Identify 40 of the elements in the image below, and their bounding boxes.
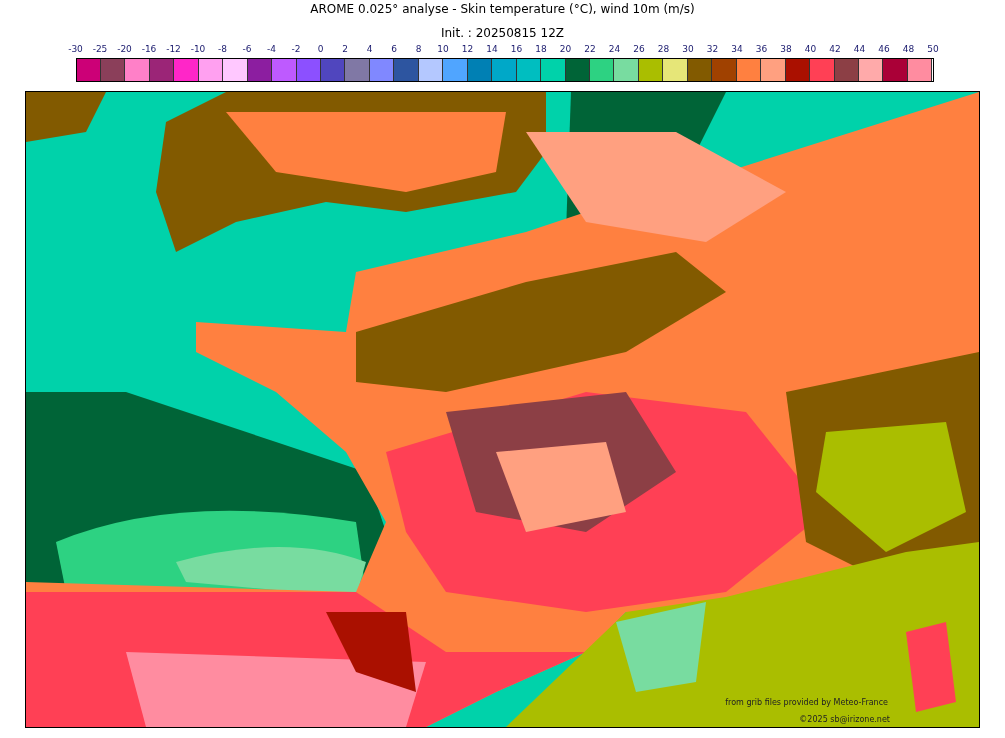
colorbar-tick-label: -25 — [91, 43, 109, 55]
colorbar-tick-label: -2 — [290, 43, 302, 55]
colorbar-tick-label: 2 — [341, 43, 349, 55]
colorbar-tick-label: 36 — [754, 43, 769, 55]
colorbar-tick-label: 26 — [632, 43, 646, 55]
colorbar-tick-label: -16 — [140, 43, 158, 55]
colorbar-tick-label: 18 — [534, 43, 548, 55]
colorbar-tick-label: 14 — [485, 43, 499, 55]
colorbar-tick-label: 4 — [365, 43, 374, 55]
chart-subtitle: Init. : 20250815 12Z — [440, 25, 565, 41]
colorbar-tick-label: -30 — [67, 43, 84, 55]
colorbar-tick-label: -4 — [266, 43, 277, 55]
colorbar-tick-label: 44 — [852, 43, 867, 55]
colorbar-tick-label: 10 — [436, 43, 450, 55]
colorbar-tick-label: 34 — [730, 43, 744, 55]
colorbar-tick-label: 32 — [705, 43, 720, 55]
colorbar-tick-label: 20 — [558, 43, 573, 55]
copyright-notice: ©2025 sb@irizone.net — [799, 714, 890, 726]
colorbar-tick-label: -12 — [165, 43, 182, 55]
colorbar-tick-label: 30 — [681, 43, 695, 55]
colorbar-tick-label: -8 — [217, 43, 228, 55]
colorbar-tick-label: 8 — [414, 43, 423, 55]
colorbar-tick-label: 48 — [901, 43, 916, 55]
colorbar-tick-label: 28 — [656, 43, 671, 55]
colorbar-tick-label: 40 — [803, 43, 818, 55]
data-credit: from grib files provided by Meteo-France — [725, 697, 888, 709]
colorbar-tick-label: 46 — [877, 43, 891, 55]
colorbar-tick-label: -20 — [116, 43, 133, 55]
colorbar-tick-label: -6 — [241, 43, 253, 55]
colorbar-tick-label: 12 — [460, 43, 475, 55]
colorbar-tick-label: 24 — [607, 43, 622, 55]
colorbar-tick-label: 0 — [316, 43, 325, 55]
colorbar-tick-label: 42 — [828, 43, 842, 55]
colorbar-tick-label: 38 — [779, 43, 793, 55]
colorbar-tick-label: 6 — [390, 43, 398, 55]
colorbar-tick-label: 50 — [926, 43, 940, 55]
chart-title: AROME 0.025° analyse - Skin temperature (°C), wind 10m (m/s) — [310, 1, 695, 17]
colorbar-tick-label: 22 — [583, 43, 597, 55]
colorbar-tick-label: -10 — [189, 43, 207, 55]
colorbar-tick-label: 16 — [509, 43, 524, 55]
